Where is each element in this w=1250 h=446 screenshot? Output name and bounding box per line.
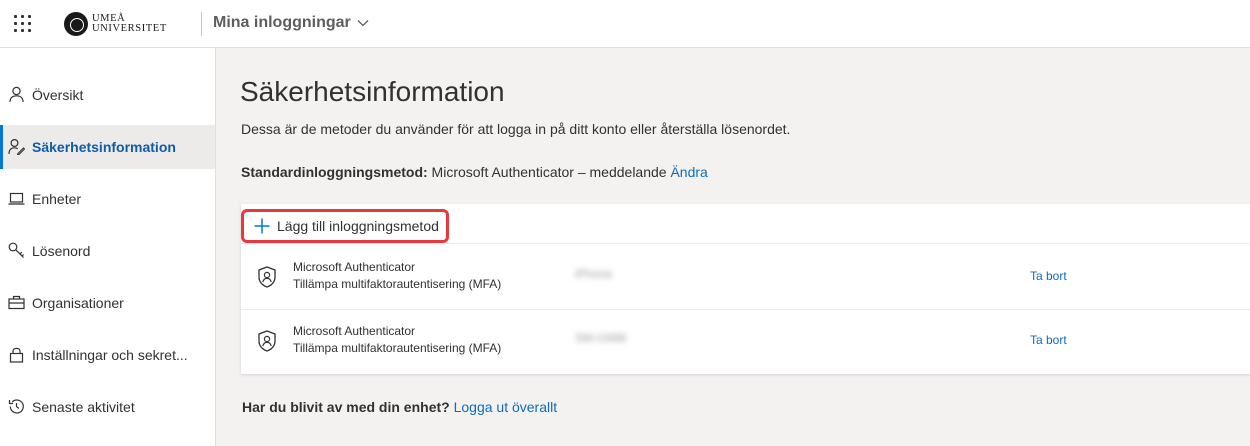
logo-line2: UNIVERSITET — [92, 23, 167, 34]
remove-method-link[interactable]: Ta bort — [1030, 269, 1067, 283]
header-divider — [201, 12, 202, 36]
method-device-name: iPhone — [575, 267, 613, 281]
sidebar-item-devices[interactable]: Enheter — [0, 177, 215, 221]
top-bar: UMEÅ UNIVERSITET Mina inloggningar — [0, 0, 1250, 48]
page-title: Säkerhetsinformation — [240, 76, 505, 107]
method-subtitle: Tillämpa multifaktorautentisering (MFA) — [293, 341, 502, 355]
authenticator-icon — [258, 266, 276, 288]
default-signin-method: Standardinloggningsmetod: Microsoft Auth… — [241, 164, 708, 180]
key-icon — [8, 242, 25, 258]
method-name: Microsoft Authenticator — [293, 260, 416, 274]
sidebar-item-label: Senaste aktivitet — [32, 399, 135, 415]
main-content: Säkerhetsinformation Dessa är de metoder… — [216, 48, 1250, 446]
method-device-name: SM-G998 — [575, 331, 627, 345]
chevron-down-icon — [357, 20, 369, 27]
add-signin-method-button[interactable]: Lägg till inloggningsmetod — [241, 209, 449, 243]
sidebar-item-overview[interactable]: Översikt — [0, 73, 215, 117]
sidebar-item-security-info[interactable]: Säkerhetsinformation — [0, 125, 215, 169]
default-method-value: Microsoft Authenticator – meddelande — [431, 164, 667, 180]
app-launcher-icon[interactable] — [14, 15, 32, 33]
university-seal-icon — [64, 12, 88, 36]
add-method-row: Lägg till inloggningsmetod — [241, 204, 1250, 244]
logo-text: UMEÅ UNIVERSITET — [92, 13, 167, 34]
sign-out-everywhere-link[interactable]: Logga ut överallt — [454, 399, 558, 415]
default-method-label: Standardinloggningsmetod: — [241, 164, 428, 180]
plus-icon — [254, 218, 270, 234]
method-row: Microsoft Authenticator Tillämpa multifa… — [241, 246, 1250, 310]
sidebar-item-label: Översikt — [32, 87, 84, 103]
sidebar-item-label: Lösenord — [32, 243, 91, 259]
add-signin-method-label: Lägg till inloggningsmetod — [277, 218, 439, 234]
history-icon — [8, 399, 24, 414]
security-info-icon — [8, 138, 25, 155]
sidebar-item-label: Inställningar och sekret... — [32, 347, 188, 363]
sidebar-item-label: Enheter — [32, 191, 82, 207]
lock-icon — [9, 347, 24, 363]
authenticator-icon — [258, 330, 276, 352]
briefcase-icon — [8, 295, 25, 310]
laptop-icon — [8, 192, 25, 205]
lost-device-prompt: Har du blivit av med din enhet? Logga ut… — [242, 399, 557, 415]
page-description: Dessa är de metoder du använder för att … — [241, 121, 791, 137]
sidebar-item-password[interactable]: Lösenord — [0, 229, 215, 273]
sidebar-item-settings-privacy[interactable]: Inställningar och sekret... — [0, 333, 215, 377]
sidebar-item-label: Organisationer — [32, 295, 124, 311]
university-logo[interactable]: UMEÅ UNIVERSITET — [64, 11, 167, 37]
sidebar-item-label: Säkerhetsinformation — [32, 139, 176, 155]
method-subtitle: Tillämpa multifaktorautentisering (MFA) — [293, 277, 502, 291]
method-name: Microsoft Authenticator — [293, 324, 416, 338]
remove-method-link[interactable]: Ta bort — [1030, 333, 1067, 347]
sidebar-item-recent-activity[interactable]: Senaste aktivitet — [0, 385, 215, 429]
method-row: Microsoft Authenticator Tillämpa multifa… — [241, 310, 1250, 374]
change-default-method-link[interactable]: Ändra — [670, 164, 707, 180]
person-icon — [9, 86, 24, 103]
lost-device-question: Har du blivit av med din enhet? — [242, 399, 450, 415]
methods-card: Lägg till inloggningsmetod Microsoft Aut… — [241, 204, 1250, 374]
app-title: Mina inloggningar — [213, 14, 351, 31]
app-switcher[interactable]: Mina inloggningar — [213, 14, 369, 32]
sidebar-item-organizations[interactable]: Organisationer — [0, 281, 215, 325]
sidebar: Översikt Säkerhetsinformation Enheter Lö… — [0, 48, 216, 446]
